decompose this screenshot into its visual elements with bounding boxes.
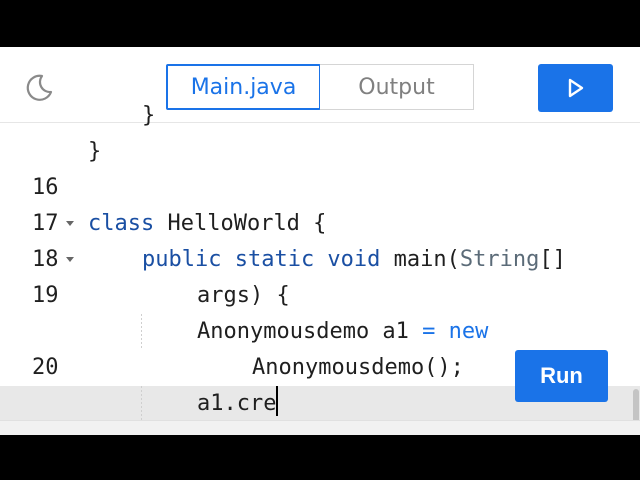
- code-text: args) {: [197, 283, 290, 308]
- fold-arrow-icon[interactable]: [66, 221, 74, 226]
- code-line-wrap: args) {: [0, 278, 640, 314]
- code-text: Anonymousdemo a1 = new: [197, 314, 488, 350]
- code-line: 18 class HelloWorld {: [0, 206, 640, 272]
- code-text: }: [88, 139, 102, 164]
- code-line-partial: }: [142, 103, 156, 128]
- code-fragment: []: [539, 247, 566, 272]
- code-line: 17: [0, 170, 640, 236]
- code-text: Anonymousdemo();: [252, 355, 464, 380]
- code-line: 16 }: [0, 134, 640, 200]
- code-fragment: HelloWorld {: [154, 211, 327, 236]
- code-fragment: Anonymousdemo a1: [197, 319, 423, 344]
- keyword: new: [435, 319, 489, 344]
- operator: =: [422, 319, 436, 344]
- code-fragment: a1.cre: [197, 391, 277, 416]
- code-text: public static void main(String[]: [142, 242, 566, 278]
- code-text: class HelloWorld {: [88, 206, 326, 242]
- type-name: String: [459, 247, 540, 272]
- indent-guide: [141, 314, 142, 350]
- code-line: 19 public static void main(String[]: [0, 242, 640, 308]
- indent-guide: [141, 386, 142, 422]
- run-button[interactable]: Run: [515, 350, 608, 402]
- code-text: a1.cre: [197, 386, 279, 422]
- code-fragment: main(: [380, 247, 460, 272]
- bottom-bar: [0, 420, 640, 435]
- keyword: public static void: [142, 247, 381, 272]
- play-icon: [568, 78, 583, 98]
- text-cursor: [276, 386, 279, 416]
- fold-arrow-icon[interactable]: [66, 257, 74, 262]
- keyword: class: [88, 211, 155, 236]
- editor-screen: Main.java Output } 16 } 17 18 class Hell…: [0, 47, 640, 435]
- code-line: 20 Anonymousdemo a1 = new: [0, 314, 640, 380]
